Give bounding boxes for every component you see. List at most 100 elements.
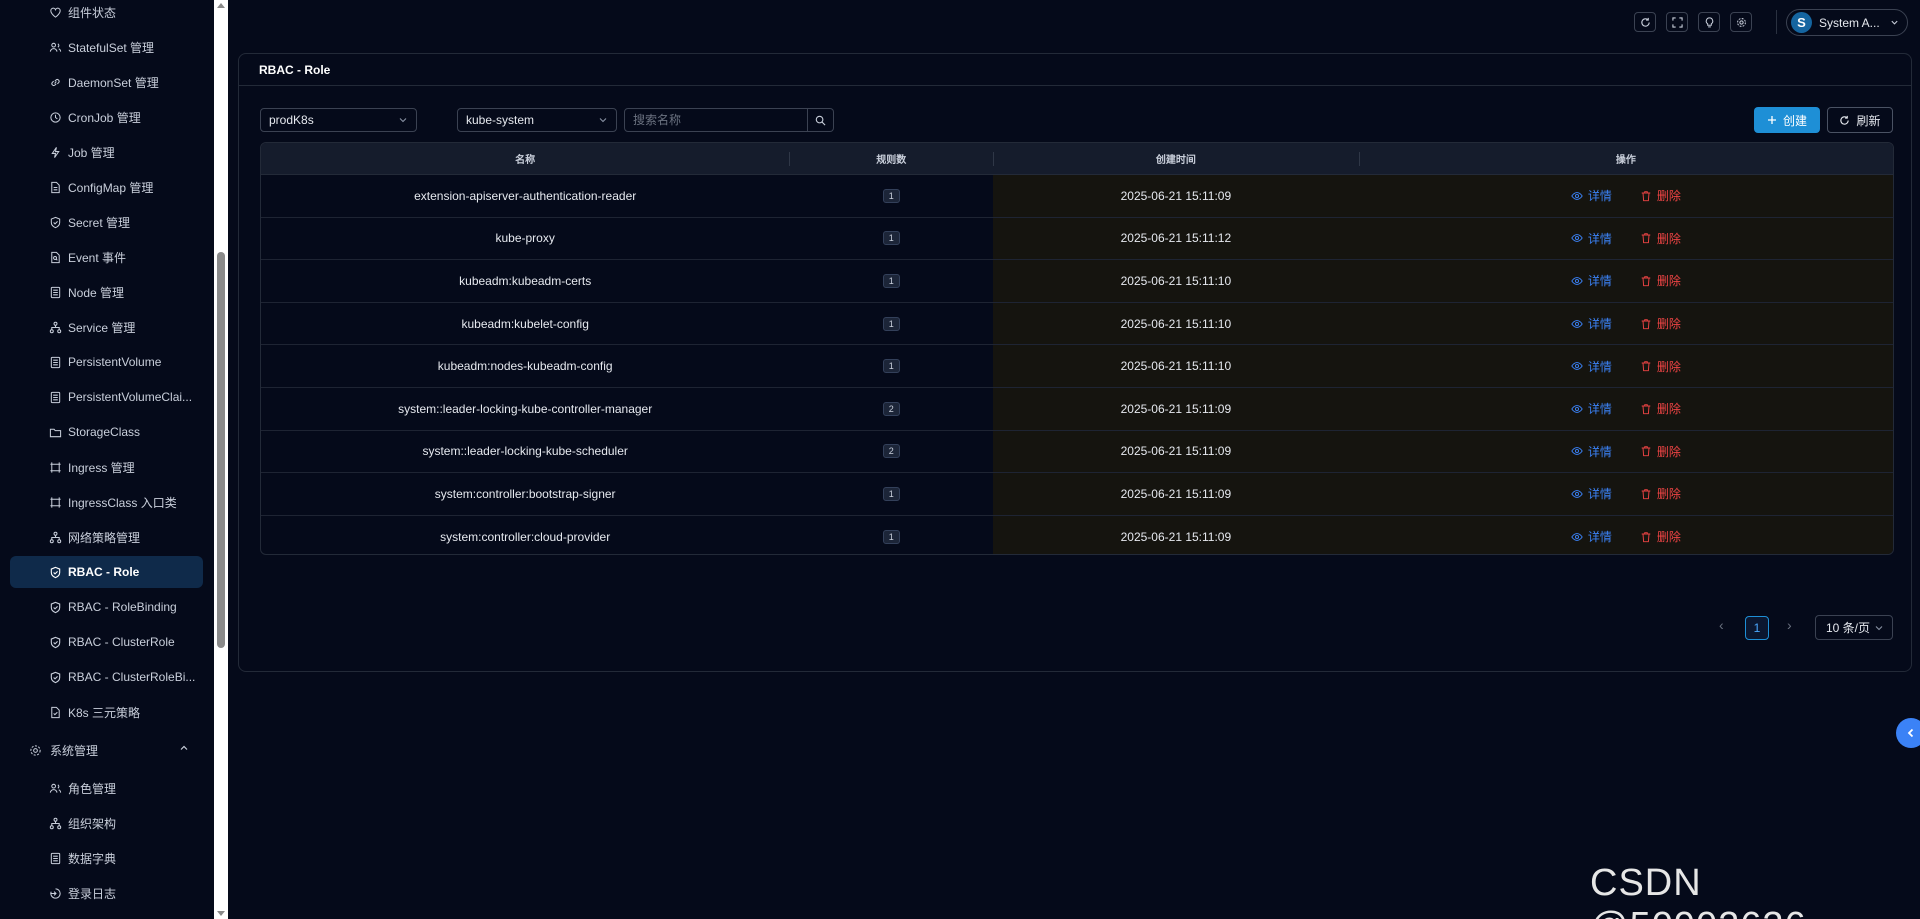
detail-link[interactable]: 详情 <box>1571 315 1612 332</box>
table-row: system:controller:cloud-provider 1 2025-06… <box>261 515 1893 554</box>
eye-icon <box>1571 532 1583 541</box>
sidebar-item[interactable]: Node 管理 <box>10 276 203 308</box>
rules-count-badge: 1 <box>882 529 900 544</box>
row-actions: 详情 删除 <box>1358 217 1893 260</box>
sidebar-item-label: ConfigMap 管理 <box>68 180 154 195</box>
cluster-select[interactable]: prodK8s <box>260 108 417 132</box>
user-menu[interactable]: S System A... <box>1786 9 1908 36</box>
sidebar-item[interactable]: RBAC - Role <box>10 556 203 588</box>
role-card: RBAC - Role prodK8s kube-system 创建 刷新 名称… <box>238 53 1912 672</box>
refresh-icon[interactable] <box>1634 12 1656 32</box>
row-actions: 详情 删除 <box>1358 175 1893 217</box>
delete-link[interactable]: 删除 <box>1640 272 1681 289</box>
collapse-panel-button[interactable] <box>1896 718 1920 748</box>
frame-icon <box>48 495 62 509</box>
rules-cell: 1 <box>789 345 993 387</box>
search-input[interactable] <box>624 108 808 132</box>
sidebar-item[interactable]: IngressClass 入口类 <box>10 486 203 518</box>
chevron-down-icon <box>399 118 407 123</box>
column-header-name[interactable]: 名称 <box>261 143 789 174</box>
delete-link[interactable]: 删除 <box>1640 528 1681 545</box>
detail-link[interactable]: 详情 <box>1571 443 1612 460</box>
namespace-select[interactable]: kube-system <box>457 108 617 132</box>
pagination-next[interactable]: › <box>1787 617 1792 633</box>
scroll-up-arrow[interactable] <box>217 3 225 8</box>
delete-link[interactable]: 删除 <box>1640 187 1681 204</box>
role-name: system::leader-locking-kube-scheduler <box>422 444 628 459</box>
delete-link[interactable]: 删除 <box>1640 485 1681 502</box>
sidebar-scrollbar[interactable] <box>214 0 228 919</box>
delete-link[interactable]: 删除 <box>1640 315 1681 332</box>
users-icon <box>48 40 62 54</box>
delete-link[interactable]: 删除 <box>1640 230 1681 247</box>
sidebar-item[interactable]: RBAC - RoleBinding <box>10 591 203 623</box>
sidebar-item[interactable]: RBAC - ClusterRole <box>10 626 203 658</box>
delete-link[interactable]: 删除 <box>1640 358 1681 375</box>
detail-link[interactable]: 详情 <box>1571 485 1612 502</box>
shield-check-icon <box>48 670 62 684</box>
shield-icon <box>48 215 62 229</box>
role-name: kube-proxy <box>495 231 555 246</box>
created-time: 2025-06-21 15:11:09 <box>993 515 1359 554</box>
sidebar-item[interactable]: Ingress 管理 <box>10 451 203 483</box>
refresh-button-label: 刷新 <box>1856 113 1881 128</box>
detail-link[interactable]: 详情 <box>1571 272 1612 289</box>
sidebar-item[interactable]: 组件状态 <box>10 0 203 28</box>
sidebar-item[interactable]: Service 管理 <box>10 311 203 343</box>
fullscreen-icon[interactable] <box>1666 12 1688 32</box>
rules-cell: 1 <box>789 218 993 260</box>
sidebar-item[interactable]: CronJob 管理 <box>10 101 203 133</box>
chevron-left-icon <box>1907 728 1914 738</box>
rules-cell: 1 <box>789 516 993 554</box>
bulb-icon[interactable] <box>1698 12 1720 32</box>
create-button[interactable]: 创建 <box>1754 107 1820 133</box>
sidebar-item[interactable]: PersistentVolumeClai... <box>10 381 203 413</box>
sidebar-item[interactable]: Job 管理 <box>10 136 203 168</box>
refresh-button[interactable]: 刷新 <box>1827 107 1893 133</box>
column-header-created[interactable]: 创建时间 <box>993 143 1359 174</box>
pagination-page[interactable]: 1 <box>1745 616 1769 640</box>
delete-link[interactable]: 删除 <box>1640 443 1681 460</box>
sidebar-item-label: DaemonSet 管理 <box>68 75 159 90</box>
detail-link[interactable]: 详情 <box>1571 358 1612 375</box>
create-button-label: 创建 <box>1782 113 1807 128</box>
table-row: kubeadm:kubelet-config 1 2025-06-21 15:11:… <box>261 302 1893 346</box>
sidebar-item[interactable]: 网络策略管理 <box>10 521 203 553</box>
eye-icon <box>1571 490 1583 498</box>
sidebar-item[interactable]: K8s 三元策略 <box>10 696 203 728</box>
sidebar-group-system[interactable]: 系统管理 <box>10 734 203 766</box>
sidebar-subitem[interactable]: 角色管理 <box>10 772 203 804</box>
sidebar-item[interactable]: DaemonSet 管理 <box>10 66 203 98</box>
sidebar-item-label: StorageClass <box>68 425 141 439</box>
sidebar-subitem[interactable]: 登录日志 <box>10 877 203 909</box>
sidebar-subitem[interactable]: 数据字典 <box>10 842 203 874</box>
scroll-thumb[interactable] <box>217 252 225 648</box>
rules-count-badge: 1 <box>882 316 900 331</box>
sidebar-item[interactable]: ConfigMap 管理 <box>10 171 203 203</box>
sidebar-item[interactable]: RBAC - ClusterRoleBi... <box>10 661 203 693</box>
sidebar-item[interactable]: Secret 管理 <box>10 206 203 238</box>
sidebar-item[interactable]: PersistentVolume <box>10 346 203 378</box>
detail-link[interactable]: 详情 <box>1571 400 1612 417</box>
scroll-down-arrow[interactable] <box>217 911 225 916</box>
detail-link[interactable]: 详情 <box>1571 528 1612 545</box>
gear-icon[interactable] <box>1730 12 1752 32</box>
sidebar-item[interactable]: StatefulSet 管理 <box>10 31 203 63</box>
pagination-prev[interactable]: ‹ <box>1719 617 1724 633</box>
sidebar-item[interactable]: StorageClass <box>10 416 203 448</box>
detail-link[interactable]: 详情 <box>1571 230 1612 247</box>
sidebar-item[interactable]: Event 事件 <box>10 241 203 273</box>
rules-count-badge: 1 <box>882 359 900 374</box>
table-row: system:controller:bootstrap-signer 1 2025-… <box>261 473 1893 516</box>
page-title: RBAC - Role <box>239 54 1911 86</box>
eye-icon <box>1571 277 1583 285</box>
delete-link[interactable]: 删除 <box>1640 400 1681 417</box>
sidebar-item-label: Secret 管理 <box>68 215 131 230</box>
sidebar-subitem[interactable]: 组织架构 <box>10 807 203 839</box>
sidebar-subitem-label: 角色管理 <box>68 781 117 796</box>
detail-link[interactable]: 详情 <box>1571 187 1612 204</box>
page-size-select[interactable]: 10 条/页 <box>1815 615 1893 640</box>
column-header-rules[interactable]: 规则数 <box>789 143 993 174</box>
search-button[interactable] <box>808 108 834 132</box>
rules-count-badge: 1 <box>882 486 900 501</box>
